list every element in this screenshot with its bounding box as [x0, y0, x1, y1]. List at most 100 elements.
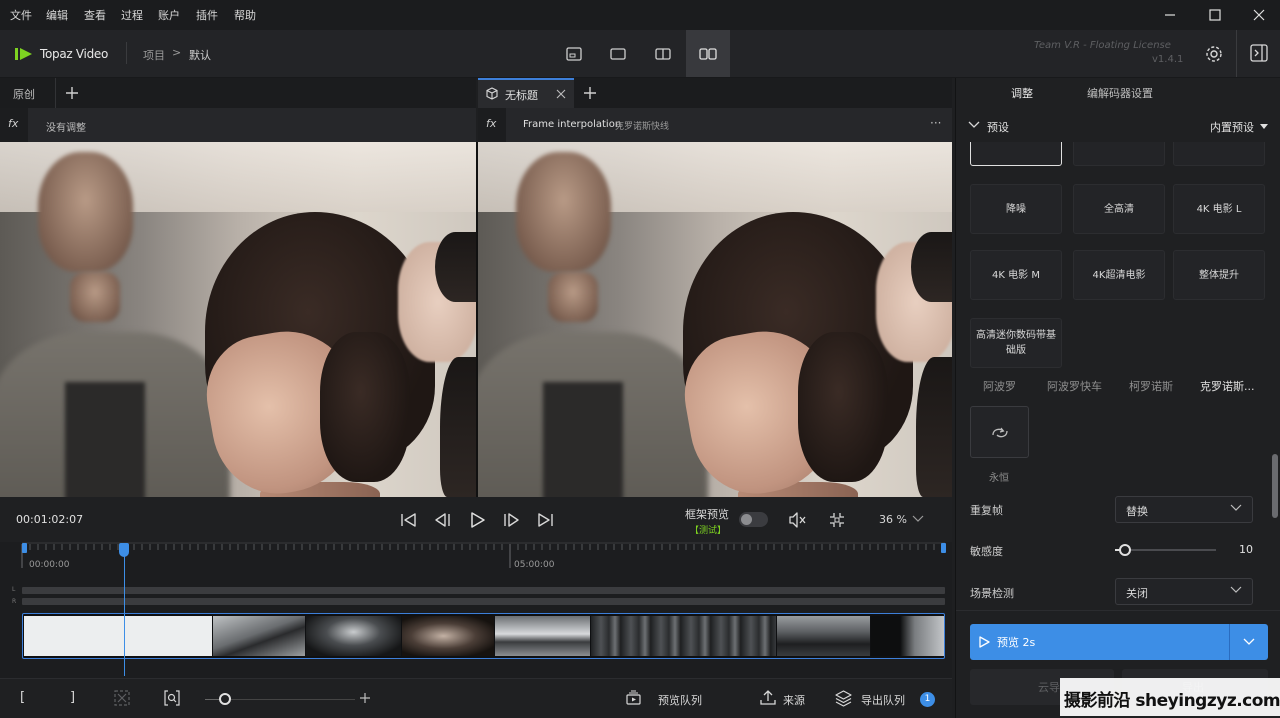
close-button[interactable]	[1249, 5, 1269, 25]
skip-end-icon	[538, 513, 553, 527]
timeline-ruler[interactable]: 00:00:00 05:00:00	[0, 542, 952, 574]
audio-lane-left-label: L	[12, 586, 16, 593]
tab-untitled-label: 无标题	[505, 89, 538, 102]
preset-denoise[interactable]: 降噪	[970, 184, 1062, 234]
model-tab-chronos[interactable]: 柯罗诺斯	[1129, 378, 1173, 394]
tab-untitled[interactable]: 无标题	[478, 78, 574, 108]
more-options-icon[interactable]: ···	[930, 116, 941, 130]
play-button[interactable]	[466, 509, 488, 531]
model-tab-chronos-fast[interactable]: 克罗诺斯...	[1200, 378, 1255, 394]
menu-file[interactable]: 文件	[10, 7, 32, 23]
model-tab-apollo[interactable]: 阿波罗	[983, 378, 1016, 394]
preset-4k-film-l[interactable]: 4K 电影 L	[1173, 184, 1265, 234]
skip-to-end-button[interactable]	[534, 509, 556, 531]
menu-edit[interactable]: 编辑	[46, 7, 68, 23]
right-tab-row: 无标题	[478, 78, 952, 108]
breadcrumb-current[interactable]: 默认	[189, 47, 211, 63]
fx-icon: fx	[0, 108, 28, 142]
sensitivity-label: 敏感度	[970, 545, 1003, 558]
menu-account[interactable]: 账户	[158, 7, 180, 23]
menu-process[interactable]: 过程	[121, 7, 143, 23]
close-tab-icon[interactable]	[556, 89, 566, 99]
sensitivity-slider-handle[interactable]	[1119, 544, 1132, 556]
preview-queue-button[interactable]: 预览队列	[658, 692, 702, 708]
upload-source-icon[interactable]	[760, 689, 776, 706]
zoom-slider-track[interactable]	[205, 699, 220, 700]
preset-partial-selected[interactable]	[970, 142, 1062, 166]
menu-view[interactable]: 查看	[84, 7, 106, 23]
view-side-by-side-button[interactable]	[686, 30, 730, 77]
app-logo-text: Topaz Video	[40, 47, 109, 61]
play-icon	[979, 636, 990, 648]
view-split-icon	[655, 47, 671, 60]
builtin-presets-dropdown[interactable]: 内置预设	[1210, 119, 1254, 135]
model-tab-apollo-fast[interactable]: 阿波罗快车	[1047, 378, 1102, 394]
export-queue-button[interactable]: 导出队列	[861, 692, 905, 708]
fit-screen-icon[interactable]	[827, 510, 847, 530]
tab-original[interactable]: 原创	[13, 86, 35, 102]
dup-frames-select[interactable]: 替换	[1115, 496, 1253, 523]
mute-icon[interactable]	[787, 510, 807, 530]
preview-button[interactable]: 预览 2s	[970, 624, 1229, 660]
preview-options-button[interactable]	[1230, 624, 1268, 660]
view-wide-button[interactable]	[596, 30, 640, 77]
preview-queue-icon[interactable]	[626, 690, 642, 706]
model-card-eternal[interactable]	[970, 406, 1029, 458]
left-fx-row: fx 没有调整	[0, 108, 476, 142]
in-point-marker[interactable]	[22, 543, 27, 553]
tab-codec-settings[interactable]: 编解码器设置	[1087, 85, 1153, 101]
film-thumbnail	[213, 616, 305, 656]
clear-marks-icon[interactable]	[114, 690, 130, 706]
breadcrumb-root[interactable]: 项目	[143, 47, 165, 63]
presets-header[interactable]: 预设	[987, 119, 1009, 135]
zoom-level[interactable]: 36 %	[879, 513, 907, 526]
tab-adjust[interactable]: 调整	[1011, 85, 1033, 101]
toggle-panel-icon[interactable]	[1250, 44, 1268, 62]
preset-hd-minidv-basic[interactable]: 高清迷你数码带基础版	[970, 318, 1062, 368]
audio-track-right[interactable]	[22, 598, 945, 605]
zoom-chevron-down-icon[interactable]	[912, 515, 924, 523]
timeline-zoom-slider-handle[interactable]	[219, 693, 231, 705]
preset-4k-uhd-film[interactable]: 4K超清电影	[1073, 250, 1165, 300]
chevron-down-icon	[1243, 638, 1255, 645]
view-single-button[interactable]	[552, 30, 596, 77]
cloud-render-label: 云导	[1038, 681, 1060, 694]
preset-partial[interactable]	[1073, 142, 1165, 166]
minimize-button[interactable]	[1160, 5, 1180, 25]
add-tab-icon[interactable]	[582, 85, 598, 101]
film-thumbnail	[777, 616, 870, 656]
menu-plugins[interactable]: 插件	[196, 7, 218, 23]
watermark-text: 摄影前沿 sheyingzyz.com	[1064, 691, 1280, 711]
frame-preview-toggle[interactable]	[739, 512, 768, 527]
fit-timeline-icon[interactable]	[164, 690, 180, 706]
audio-track-left[interactable]	[22, 587, 945, 594]
previous-frame-button[interactable]	[432, 509, 454, 531]
preset-full-hd[interactable]: 全高清	[1073, 184, 1165, 234]
preset-partial[interactable]	[1173, 142, 1265, 166]
panel-scrollbar[interactable]	[1272, 454, 1278, 518]
next-frame-button[interactable]	[500, 509, 522, 531]
export-queue-layers-icon[interactable]	[835, 690, 852, 707]
mark-in-button[interactable]: [	[20, 690, 25, 705]
playhead-handle[interactable]	[119, 543, 129, 557]
out-point-marker[interactable]	[941, 543, 946, 553]
version-text: v1.4.1	[1152, 54, 1184, 65]
zoom-in-plus-icon[interactable]	[359, 692, 371, 704]
add-tab-icon[interactable]	[64, 85, 80, 101]
view-split-button[interactable]	[641, 30, 685, 77]
scene-detect-select[interactable]: 关闭	[1115, 578, 1253, 605]
builtin-presets-caret-icon[interactable]	[1260, 124, 1268, 129]
skip-to-start-button[interactable]	[398, 509, 420, 531]
presets-collapse-chevron-icon[interactable]	[968, 121, 980, 129]
preset-overall-boost[interactable]: 整体提升	[1173, 250, 1265, 300]
fx-icon: fx	[478, 108, 506, 142]
settings-gear-icon[interactable]	[1204, 44, 1224, 64]
source-button[interactable]: 来源	[783, 692, 805, 708]
preset-4k-film-m[interactable]: 4K 电影 M	[970, 250, 1062, 300]
maximize-button[interactable]	[1205, 5, 1225, 25]
film-thumbnail	[495, 616, 590, 656]
left-tab-row: 原创	[0, 78, 476, 108]
video-filmstrip[interactable]	[22, 613, 945, 659]
mark-out-button[interactable]: ]	[70, 690, 75, 705]
menu-help[interactable]: 帮助	[234, 7, 256, 23]
